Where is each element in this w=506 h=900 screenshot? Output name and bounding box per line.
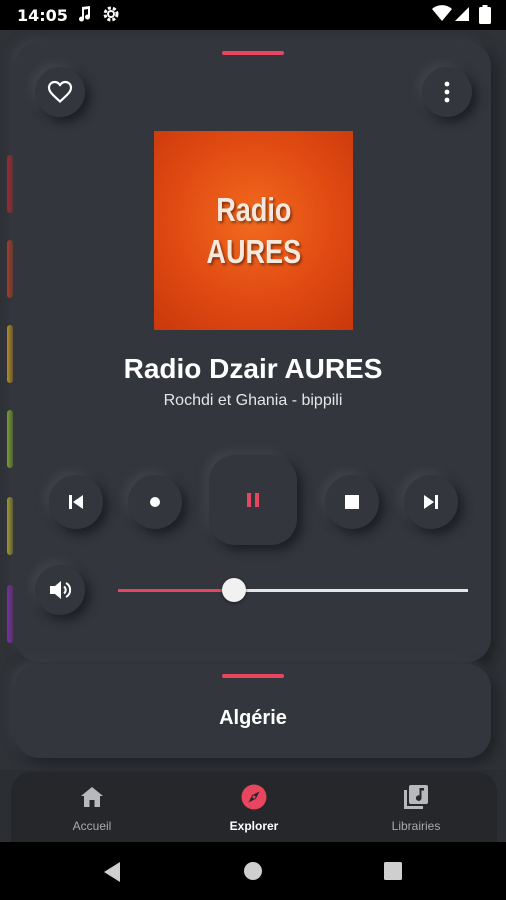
player-drag-handle[interactable] [222,51,284,55]
artwork-text-line2: AURES [206,232,301,270]
nav-item-explorer[interactable]: Explorer [173,772,335,842]
country-panel[interactable]: Algérie [15,664,491,758]
pause-icon [247,493,259,507]
now-playing-text: Rochdi et Ghania - bippili [163,392,343,409]
volume-button[interactable] [35,565,85,615]
home-button-icon[interactable] [243,861,263,881]
settings-icon [103,6,119,22]
bottom-navigation: Accueil Explorer Librairies [11,772,497,842]
music-note-icon [79,6,91,22]
station-artwork: Radio AURES [154,131,353,330]
compass-icon [241,784,267,810]
nav-item-librairies[interactable]: Librairies [335,772,497,842]
record-icon [150,497,160,507]
artwork-text-line1: Radio [215,190,292,228]
library-icon [404,785,428,809]
country-label: Algérie [219,707,287,729]
next-button[interactable] [404,475,458,529]
volume-icon [50,581,72,599]
station-name: Radio Dzair AURES [123,353,383,384]
more-vertical-icon [444,81,450,103]
system-navigation-bar [0,842,506,900]
skip-next-icon [424,495,438,509]
nav-label-accueil: Accueil [72,819,112,833]
pause-button[interactable] [209,455,297,545]
more-options-button[interactable] [422,67,472,117]
volume-track-filled [118,589,234,592]
card-edge [7,240,13,298]
heart-outline-icon [47,80,73,104]
signal-icon [455,7,469,21]
card-edge [7,497,13,555]
skip-previous-icon [69,495,83,509]
volume-track-remaining [234,589,468,592]
nav-label-librairies: Librairies [391,819,441,833]
stop-icon [345,495,359,509]
home-icon [81,787,103,807]
recents-icon[interactable] [384,862,402,880]
stop-button[interactable] [325,475,379,529]
previous-button[interactable] [49,475,103,529]
nav-label-explorer: Explorer [229,819,279,833]
card-edge [7,410,13,468]
card-edge [7,585,13,643]
record-button[interactable] [128,475,182,529]
wifi-icon [432,5,452,21]
battery-icon [479,5,491,24]
status-time: 14:05 [17,6,68,25]
favorite-button[interactable] [35,67,85,117]
card-edge [7,155,13,213]
status-bar: 14:05 [0,0,506,30]
country-panel-handle[interactable] [222,674,284,678]
back-icon[interactable] [102,861,122,883]
volume-slider-thumb[interactable] [222,578,246,602]
nav-item-accueil[interactable]: Accueil [11,772,173,842]
